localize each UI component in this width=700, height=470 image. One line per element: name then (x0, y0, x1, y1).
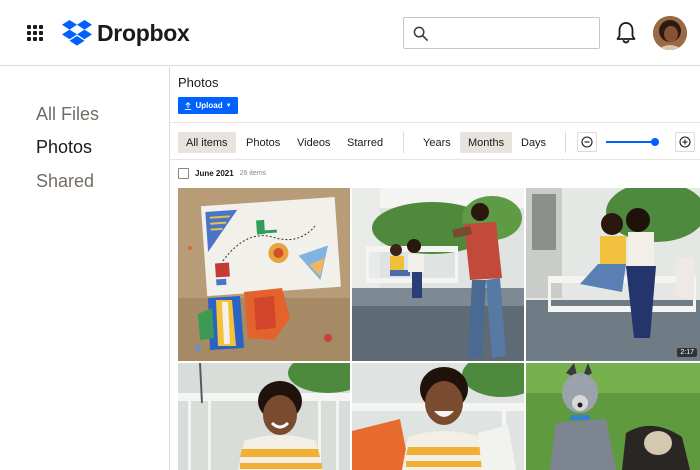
photo-thumbnail[interactable] (352, 188, 524, 361)
sidebar-item-all-files[interactable]: All Files (36, 104, 99, 125)
mother-son-swing-image (526, 188, 700, 361)
zoom-out-icon (581, 136, 593, 148)
sidebar-item-photos[interactable]: Photos (36, 137, 92, 158)
filter-videos[interactable]: Videos (289, 132, 338, 153)
sidebar-item-shared[interactable]: Shared (36, 171, 94, 192)
month-group-header: June 2021 26 items (178, 168, 266, 179)
logo-text: Dropbox (97, 19, 190, 46)
group-count: 26 items (239, 170, 267, 177)
zoom-in-icon (679, 136, 691, 148)
collage-artwork-image (178, 188, 350, 361)
zoom-slider-handle[interactable] (651, 138, 660, 146)
notification-bell-icon[interactable] (615, 21, 637, 45)
photo-thumbnail[interactable] (526, 363, 700, 470)
view-months[interactable]: Months (460, 132, 513, 153)
search-box[interactable] (403, 17, 600, 49)
filter-starred[interactable]: Starred (339, 132, 391, 153)
filter-all-items[interactable]: All items (178, 132, 236, 153)
upload-button[interactable]: Upload ▼ (178, 97, 238, 114)
zoom-in-button[interactable] (675, 132, 695, 152)
video-duration: 2:17 (677, 348, 697, 357)
top-bar: Dropbox (0, 0, 700, 66)
zoom-slider[interactable] (606, 138, 660, 146)
photo-thumbnail[interactable] (178, 363, 350, 470)
zoom-out-button[interactable] (577, 132, 597, 152)
dropbox-logo[interactable]: Dropbox (62, 19, 190, 47)
filter-photos[interactable]: Photos (238, 132, 288, 153)
video-thumbnail[interactable]: 2:17 (526, 188, 700, 361)
toolbar-divider (403, 132, 404, 153)
photo-thumbnail[interactable] (178, 188, 350, 361)
select-group-checkbox[interactable] (178, 168, 189, 179)
page-title: Photos (178, 75, 219, 90)
view-years[interactable]: Years (415, 132, 459, 153)
toolbar-divider (565, 132, 566, 153)
search-input[interactable] (436, 22, 594, 44)
chevron-down-icon: ▼ (225, 102, 232, 109)
view-days[interactable]: Days (513, 132, 554, 153)
user-avatar[interactable] (653, 16, 687, 50)
dogs-on-grass-image (526, 363, 700, 470)
dropbox-logo-icon (62, 20, 92, 46)
boy-laughing-image (352, 363, 524, 470)
app-grid-icon[interactable] (27, 25, 43, 41)
boy-smiling-image (178, 363, 350, 470)
main-content: Photos Upload ▼ All items Photos Videos … (169, 67, 700, 470)
sidebar: All Files Photos Shared (0, 67, 169, 470)
group-title: June 2021 (195, 169, 234, 178)
avatar-photo (653, 16, 687, 50)
upload-label: Upload (195, 101, 223, 110)
upload-arrow-icon (185, 101, 192, 110)
photo-thumbnail[interactable] (352, 363, 524, 470)
photo-toolbar: All items Photos Videos Starred Years Mo… (170, 122, 700, 160)
search-icon (413, 26, 428, 41)
porch-family-photo-image (352, 188, 524, 361)
